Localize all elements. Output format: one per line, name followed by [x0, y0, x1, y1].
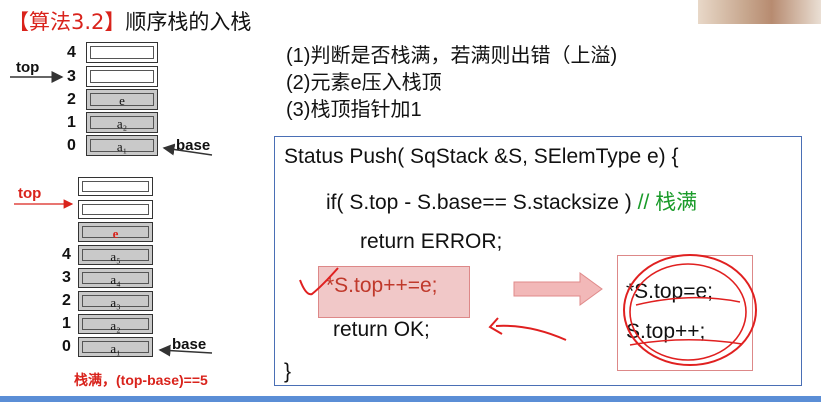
handwritten-circle-1: [623, 254, 757, 366]
handwritten-check: [299, 267, 339, 296]
right-arrow-shape: [513, 272, 603, 306]
annotation-layer: [299, 254, 757, 366]
handwritten-underline-1: [635, 296, 741, 306]
handwritten-underline-2: [629, 338, 743, 346]
handwritten-arrow-line: [495, 324, 567, 341]
bottom-bar: [0, 396, 821, 402]
handwritten-circle-2: [629, 263, 747, 361]
